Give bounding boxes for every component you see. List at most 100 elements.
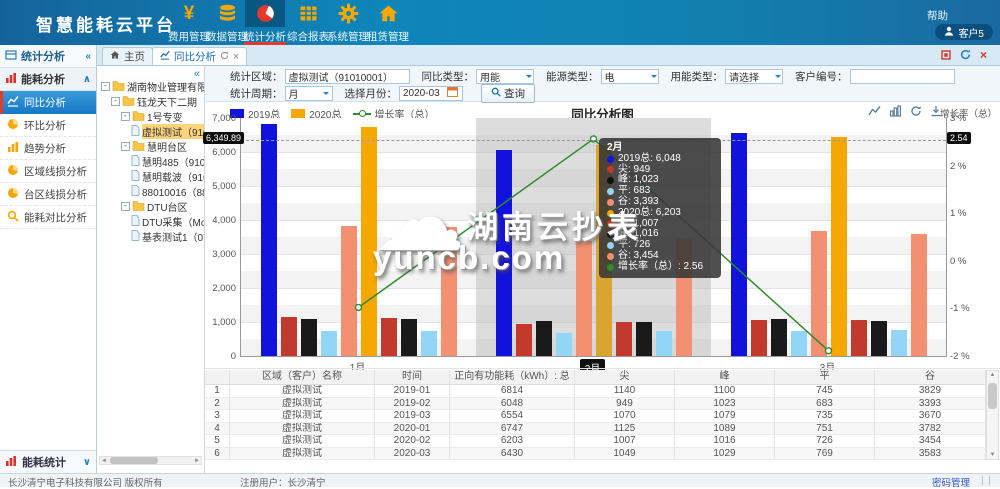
table-cell: 1 <box>205 385 230 397</box>
home-icon[interactable] <box>368 0 408 27</box>
filter-select-4[interactable] <box>725 69 783 84</box>
crosshair-line <box>241 140 946 141</box>
sidebar-item-energy-statistics[interactable]: 能耗统计 ∨ <box>0 450 96 473</box>
filter-input-1[interactable] <box>285 69 410 84</box>
right-axis-tick: -1 % <box>950 303 970 314</box>
table-vertical-scrollbar[interactable]: ▲ ▼ <box>986 370 999 460</box>
user-menu-button[interactable]: 客户5 <box>935 24 993 40</box>
chart-tab-icon <box>160 50 170 63</box>
nav-item-6[interactable]: 租赁管理 <box>358 29 418 44</box>
tree-toggle-icon[interactable]: - <box>121 112 130 121</box>
tree-node[interactable]: 慧明485（91010003） <box>99 154 204 169</box>
search-icon <box>491 87 501 100</box>
query-button[interactable]: 查询 <box>481 84 535 103</box>
month-input[interactable] <box>399 86 463 101</box>
tree-node[interactable]: 慧明载波（91010004） <box>99 169 204 184</box>
scroll-up-icon[interactable]: ▲ <box>987 372 998 378</box>
top-header: 智慧能耗云平台 帮助 客户5 ¥费用管理数据管理统计分析综合报表系统管理租赁管理 <box>0 0 1000 45</box>
refresh-icon[interactable] <box>960 49 971 63</box>
sidebar-panel-header[interactable]: 统计分析 « <box>0 45 96 68</box>
scroll-left-icon[interactable]: ◄ <box>101 457 107 465</box>
table-cell: 1100 <box>675 385 775 397</box>
filter-input-5[interactable] <box>850 69 955 84</box>
table-row[interactable]: 5虚拟测试2020-026203100710167263454 <box>205 435 986 448</box>
scrollbar-thumb[interactable] <box>110 457 158 464</box>
filter-bar: 统计区域：同比类型：能源类型：用能类型：客户编号： 统计周期： 选择月份： 查询 <box>205 66 1000 102</box>
tree-node[interactable]: -DTU台区 <box>99 199 204 214</box>
scroll-down-icon[interactable]: ▼ <box>987 452 998 458</box>
database-icon[interactable] <box>207 0 247 27</box>
table-header-cell: 正向有功能耗（kWh）: 总 <box>450 370 575 384</box>
calendar-icon[interactable] <box>447 86 458 100</box>
restore-icon[interactable] <box>941 50 951 63</box>
tab-close-icon[interactable]: × <box>233 51 239 63</box>
sidebar-item-趋势分析[interactable]: 趋势分析 <box>0 137 96 160</box>
collapse-left-icon[interactable]: « <box>85 51 91 62</box>
sidebar-item-同比分析[interactable]: 同比分析 <box>0 91 96 114</box>
tab-同比分析[interactable]: 同比分析× <box>152 47 247 65</box>
table-cell: 2 <box>205 398 230 410</box>
sidebar-item-台区线损分析[interactable]: 台区线损分析 <box>0 183 96 206</box>
folder-icon <box>132 140 145 154</box>
pie-chart-icon[interactable] <box>245 0 285 27</box>
y-axis-tick: 5,000 <box>205 181 236 192</box>
table-cell: 6814 <box>450 385 575 397</box>
file-icon <box>131 170 140 184</box>
right-axis-title: 增长率（总） <box>940 106 997 120</box>
tree-node[interactable]: -1号专变 <box>99 109 204 124</box>
tree-toggle-icon[interactable]: - <box>121 142 130 151</box>
tree-node[interactable]: 虚拟测试（91010001） <box>99 124 204 139</box>
table-cell: 1140 <box>575 385 675 397</box>
pie-icon <box>7 118 19 133</box>
gear-icon[interactable] <box>328 0 368 27</box>
table-cell: 2020-02 <box>375 435 450 447</box>
tree-node[interactable]: DTU采集（Modbus_D <box>99 214 204 229</box>
folder-icon <box>112 80 125 94</box>
y-axis-tick: 7,000 <box>205 113 236 124</box>
tree-toggle-icon[interactable]: - <box>121 202 130 211</box>
report-table-icon[interactable] <box>288 0 328 27</box>
close-icon[interactable]: × <box>980 50 987 62</box>
sidebar-section-header[interactable]: 能耗分析 ∧ <box>0 68 96 91</box>
tab-refresh-icon[interactable] <box>220 51 229 63</box>
tree-toggle-icon[interactable]: - <box>101 82 110 91</box>
divider <box>205 368 1000 369</box>
scrollbar-thumb[interactable] <box>988 383 997 409</box>
table-header-cell: 区域（客户）名称 <box>230 370 375 384</box>
table-row[interactable]: 3虚拟测试2019-036554107010797353670 <box>205 410 986 423</box>
help-link[interactable]: 帮助 <box>927 8 948 23</box>
filter-select-2[interactable] <box>476 69 534 84</box>
table-row[interactable]: 2虚拟测试2019-02604894910236833393 <box>205 398 986 411</box>
table-cell: 1029 <box>675 448 775 460</box>
table-cell: 735 <box>775 410 875 422</box>
table-cell: 3393 <box>875 398 986 410</box>
table-cell: 2019-03 <box>375 410 450 422</box>
chevron-down-icon[interactable]: ∨ <box>83 457 91 468</box>
tree-node[interactable]: -慧明台区 <box>99 139 204 154</box>
tab-主页[interactable]: 主页 <box>102 47 153 65</box>
sidebar-item-能耗对比分析[interactable]: 能耗对比分析 <box>0 206 96 229</box>
filter-select-3[interactable] <box>601 69 659 84</box>
table-cell: 3782 <box>875 423 986 435</box>
tree-node[interactable]: -湖南物业管理有限公司 <box>99 79 204 94</box>
tree-node[interactable]: -钰龙天下二期 <box>99 94 204 109</box>
yen-icon[interactable]: ¥ <box>169 0 209 27</box>
pie-icon <box>7 187 19 202</box>
table-cell: 6203 <box>450 435 575 447</box>
table-row[interactable]: 1虚拟测试2019-016814114011007453829 <box>205 385 986 398</box>
period-select[interactable] <box>285 86 333 101</box>
sidebar-item-环比分析[interactable]: 环比分析 <box>0 114 96 137</box>
table-cell: 虚拟测试 <box>230 385 375 397</box>
chevron-up-icon[interactable]: ∧ <box>83 74 91 85</box>
user-label: 客户5 <box>958 25 984 40</box>
sidebar-item-区域线损分析[interactable]: 区域线损分析 <box>0 160 96 183</box>
table-row[interactable]: 6虚拟测试2020-036430104910297693583 <box>205 448 986 461</box>
tree-node[interactable]: 基表测试1（07） <box>99 229 204 244</box>
chevron-down-icon <box>323 92 329 98</box>
table-row[interactable]: 4虚拟测试2020-016747112510897513782 <box>205 423 986 436</box>
tree-node[interactable]: 88010016（8801） <box>99 184 204 199</box>
table-header-cell: 谷 <box>875 370 986 384</box>
tree-horizontal-scrollbar[interactable]: ◄ ► <box>99 456 202 465</box>
scroll-right-icon[interactable]: ► <box>194 457 200 465</box>
tree-toggle-icon[interactable]: - <box>111 97 120 106</box>
